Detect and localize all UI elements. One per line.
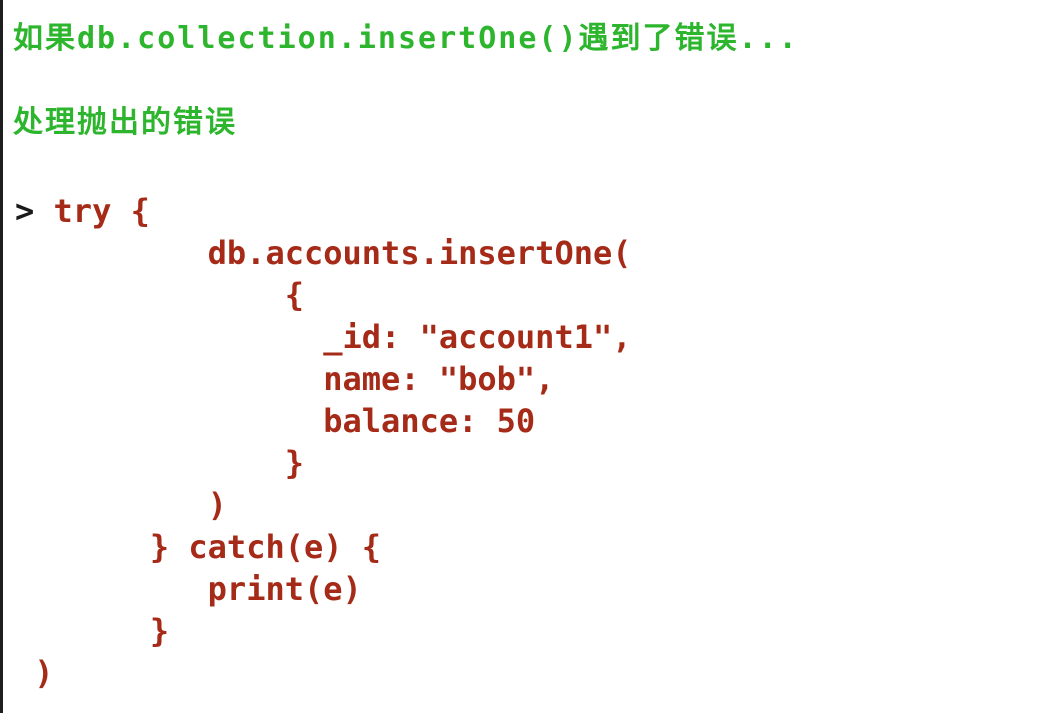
code-line: db.accounts.insertOne( — [15, 234, 632, 272]
code-line: ) — [15, 654, 54, 692]
slide: 如果db.collection.insertOne()遇到了错误... 处理抛出… — [0, 0, 1049, 713]
slide-heading-handle-error: 处理抛出的错误 — [13, 105, 237, 140]
code-line: } — [15, 444, 304, 482]
code-line: name: "bob", — [15, 360, 555, 398]
code-line: } catch(e) { — [15, 528, 382, 566]
code-line: > try { — [15, 190, 632, 232]
code-line: print(e) — [15, 570, 362, 608]
shell-prompt: > — [15, 192, 35, 230]
code-line: } — [15, 612, 170, 650]
code-text: try { — [34, 192, 150, 230]
code-line: ) — [15, 486, 227, 524]
code-block: > try { db.accounts.insertOne( { _id: "a… — [15, 190, 632, 694]
code-line: _id: "account1", — [15, 318, 632, 356]
slide-heading-insert-error: 如果db.collection.insertOne()遇到了错误... — [13, 21, 799, 56]
code-line: balance: 50 — [15, 402, 536, 440]
code-line: { — [15, 276, 304, 314]
